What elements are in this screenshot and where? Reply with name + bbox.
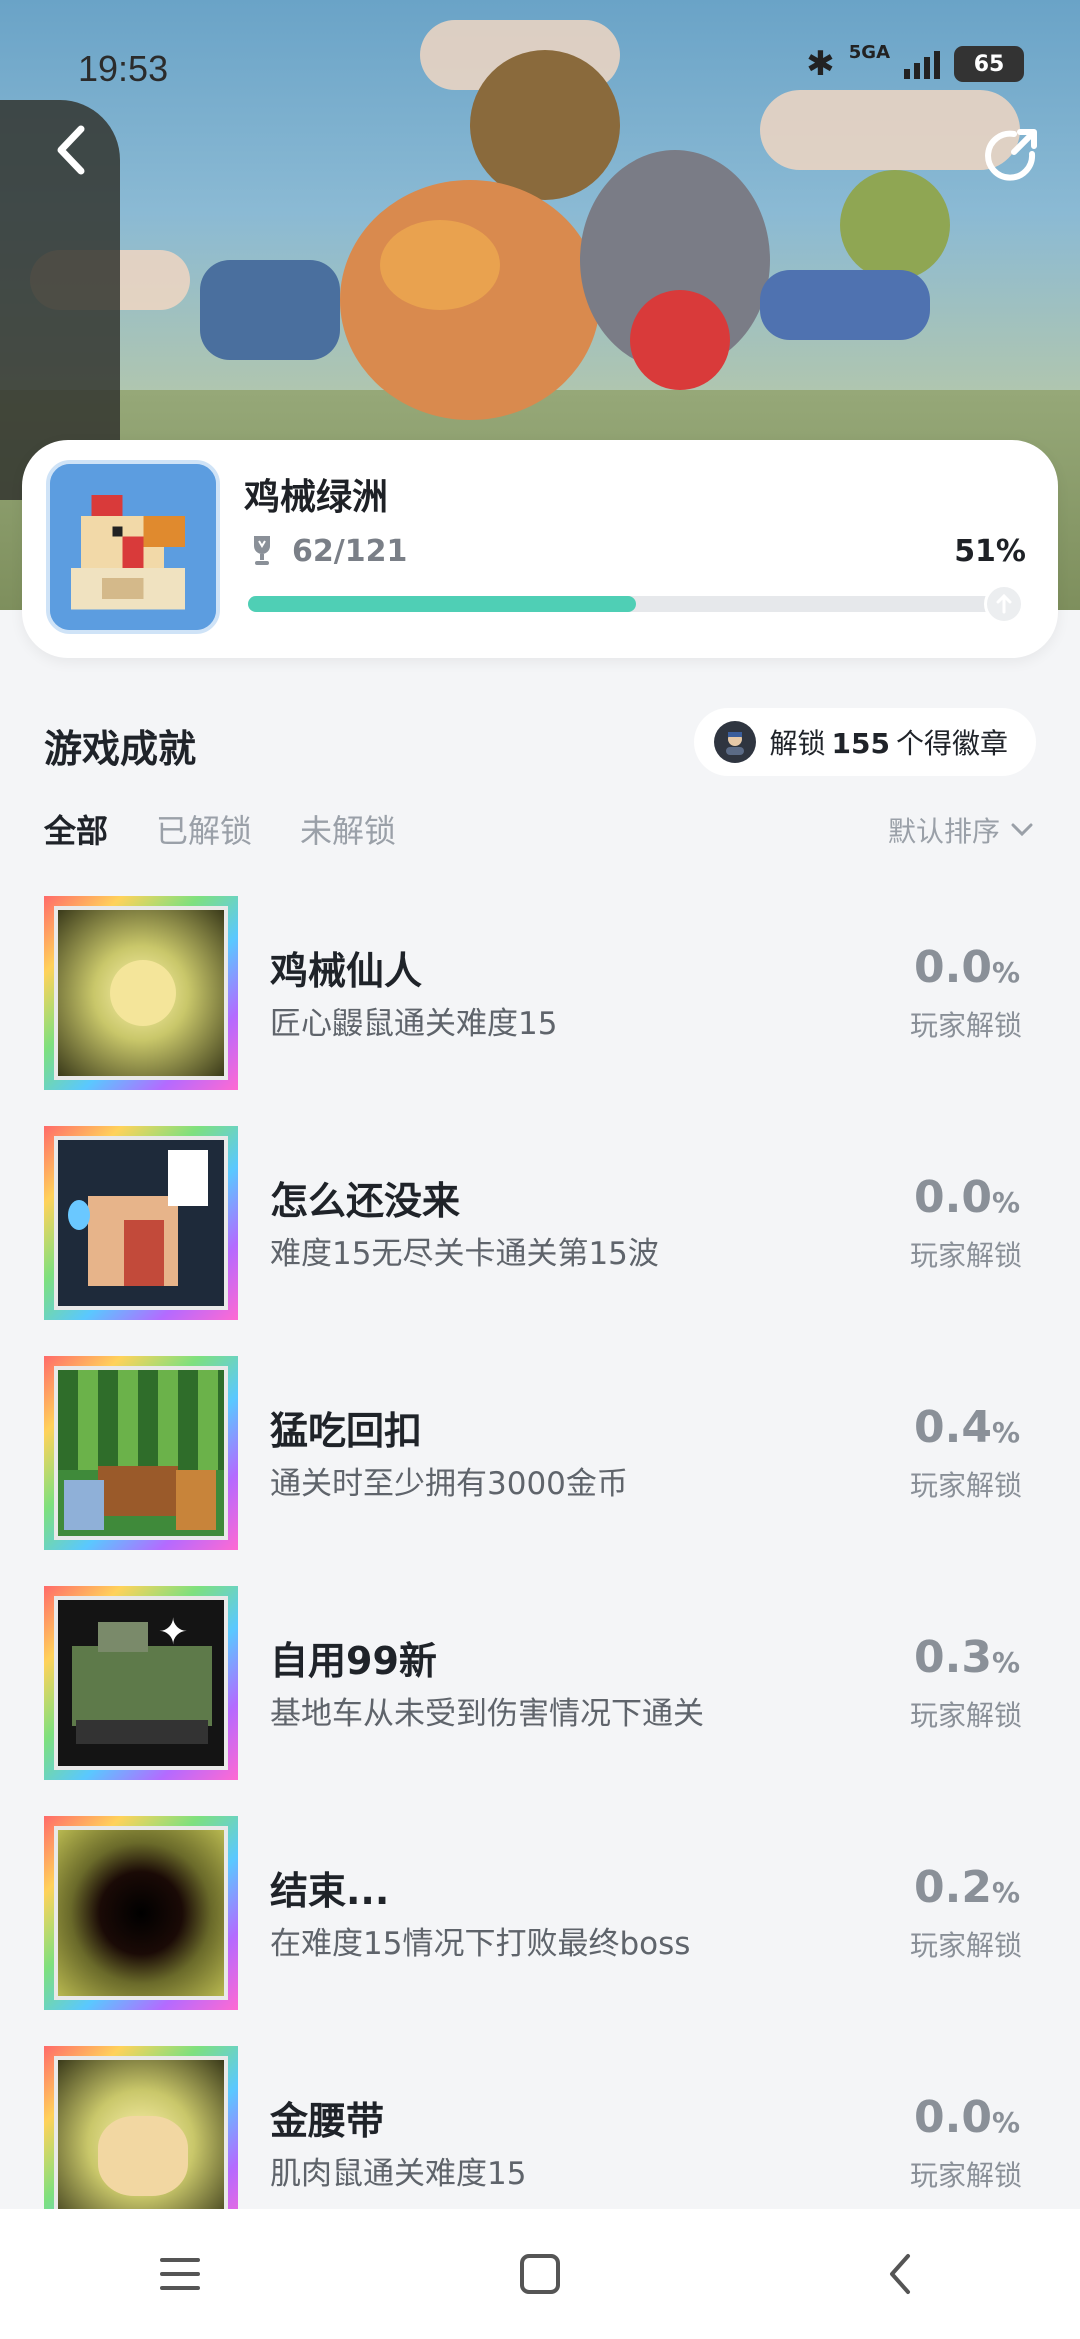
home-button[interactable] bbox=[500, 2234, 580, 2314]
achievement-name: 结束... bbox=[270, 1869, 390, 1913]
completion-percent: 51% bbox=[954, 534, 1026, 569]
trophy-icon bbox=[254, 536, 270, 565]
achievement-desc: 在难度15情况下打败最终boss bbox=[270, 1926, 691, 1962]
sort-label: 默认排序 bbox=[887, 815, 1000, 848]
pixel-chicken-icon bbox=[50, 464, 216, 630]
status-icons: ✱ 5GA 65 bbox=[806, 41, 1024, 84]
unlock-rate: 0.0% bbox=[913, 1172, 1020, 1223]
achievement-name: 猛吃回扣 bbox=[270, 1409, 423, 1453]
dark-hole-icon bbox=[44, 1816, 238, 2010]
achievement-count: 62/121 bbox=[292, 534, 408, 569]
unlock-rate: 0.0% bbox=[913, 2092, 1020, 2143]
bluetooth-icon: ✱ bbox=[806, 44, 835, 84]
achievement-desc: 基地车从未受到伤害情况下通关 bbox=[270, 1696, 704, 1732]
list-item[interactable]: ✦ 自用99新 基地车从未受到伤害情况下通关 0.3% 玩家解锁 bbox=[0, 1580, 1080, 1810]
tank-icon: ✦ bbox=[44, 1586, 238, 1780]
game-info-card: 鸡械绿洲 62/121 51% bbox=[22, 440, 1058, 658]
waiting-chicken-icon bbox=[44, 1126, 238, 1320]
achievement-name: 金腰带 bbox=[270, 2099, 385, 2143]
unlock-rate-label: 玩家解锁 bbox=[909, 1469, 1022, 1502]
list-item[interactable]: 鸡械仙人 匠心鼹鼠通关难度15 0.0% 玩家解锁 bbox=[0, 890, 1080, 1120]
section-title: 游戏成就 bbox=[44, 727, 197, 771]
list-item[interactable]: 猛吃回扣 通关时至少拥有3000金币 0.4% 玩家解锁 bbox=[0, 1350, 1080, 1580]
unlock-rate-label: 玩家解锁 bbox=[909, 1239, 1022, 1272]
tab-unlocked[interactable]: 已解锁 bbox=[156, 806, 252, 852]
achievement-list: 鸡械仙人 匠心鼹鼠通关难度15 0.0% 玩家解锁 怎么还没来 难度15无尽关卡… bbox=[0, 890, 1080, 2270]
menu-icon bbox=[160, 2258, 200, 2290]
treasure-chest-icon bbox=[44, 1356, 238, 1550]
status-time: 19:53 bbox=[78, 48, 169, 89]
progress-end-icon bbox=[984, 584, 1024, 624]
achievement-desc: 匠心鼹鼠通关难度15 bbox=[270, 1006, 558, 1042]
badge-count: 155 bbox=[831, 727, 890, 760]
badge-suffix: 个得徽章 bbox=[895, 727, 1008, 760]
share-button[interactable] bbox=[980, 124, 1044, 188]
unlock-rate: 0.4% bbox=[913, 1402, 1020, 1453]
unlock-rate-label: 玩家解锁 bbox=[909, 1009, 1022, 1042]
tab-all[interactable]: 全部 bbox=[44, 806, 108, 852]
share-icon bbox=[985, 129, 1037, 181]
unlock-rate-label: 玩家解锁 bbox=[909, 1699, 1022, 1732]
achievement-desc: 通关时至少拥有3000金币 bbox=[270, 1466, 628, 1502]
battery-icon: 65 bbox=[954, 46, 1024, 82]
achievement-name: 自用99新 bbox=[270, 1639, 437, 1683]
home-square-icon bbox=[520, 2254, 560, 2294]
badge-prefix: 解锁 bbox=[769, 727, 826, 760]
achievement-name: 怎么还没来 bbox=[270, 1179, 461, 1223]
system-nav-bar bbox=[0, 2209, 1080, 2339]
progress-fill bbox=[248, 596, 636, 612]
sort-dropdown[interactable]: 默认排序 bbox=[888, 810, 1034, 850]
unlock-rate: 0.0% bbox=[913, 942, 1020, 993]
progress-bar bbox=[248, 584, 1024, 624]
network-label: 5GA bbox=[848, 41, 890, 63]
unlock-rate: 0.2% bbox=[913, 1862, 1020, 1913]
chevron-left-icon bbox=[890, 2254, 910, 2294]
unlock-rate-label: 玩家解锁 bbox=[909, 2159, 1022, 2192]
list-item[interactable]: 怎么还没来 难度15无尽关卡通关第15波 0.0% 玩家解锁 bbox=[0, 1120, 1080, 1350]
achievement-desc: 难度15无尽关卡通关第15波 bbox=[270, 1236, 659, 1272]
back-button[interactable] bbox=[40, 120, 100, 180]
badge-summary[interactable]: 解锁 155 个得徽章 bbox=[693, 708, 1036, 776]
unlock-rate-label: 玩家解锁 bbox=[909, 1929, 1022, 1962]
menu-button[interactable] bbox=[140, 2234, 220, 2314]
filter-tabs: 全部 已解锁 未解锁 bbox=[44, 806, 396, 852]
chevron-down-icon bbox=[1011, 823, 1033, 837]
nav-back-button[interactable] bbox=[860, 2234, 940, 2314]
badge-avatar-icon bbox=[713, 721, 756, 763]
achievement-desc: 肌肉鼠通关难度15 bbox=[270, 2156, 527, 2192]
glowing-chick-icon bbox=[44, 896, 238, 1090]
unlock-rate: 0.3% bbox=[913, 1632, 1020, 1683]
list-item[interactable]: 结束... 在难度15情况下打败最终boss 0.2% 玩家解锁 bbox=[0, 1810, 1080, 2040]
chevron-left-icon bbox=[57, 125, 85, 175]
tab-locked[interactable]: 未解锁 bbox=[300, 806, 396, 852]
achievement-name: 鸡械仙人 bbox=[270, 949, 423, 993]
game-icon[interactable] bbox=[46, 460, 220, 634]
signal-icon bbox=[904, 49, 940, 79]
game-title: 鸡械绿洲 bbox=[244, 477, 389, 518]
